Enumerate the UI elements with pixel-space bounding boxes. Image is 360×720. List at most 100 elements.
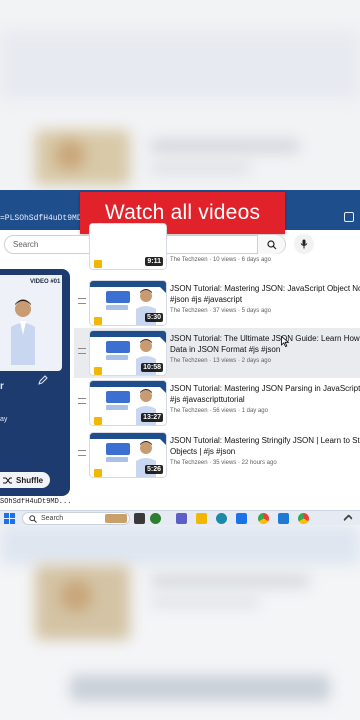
video-row-2[interactable]: 5:30 JSON Tutorial: Mastering JSON: Java…	[74, 278, 360, 328]
video-row-3[interactable]: 10:58 JSON Tutorial: The Ultimate JSON G…	[74, 328, 360, 378]
thumbnail-tag	[106, 341, 130, 353]
url-text[interactable]: =PLSOhSdfH4uDt9MD6C	[0, 214, 91, 223]
drag-handle-icon[interactable]	[78, 398, 86, 404]
playlist-title-line: r	[0, 381, 4, 392]
video-meta: The Techzeen · 56 views · 1 day ago	[170, 408, 268, 414]
view-count: 37 views	[212, 308, 237, 314]
video-duration: 10:58	[141, 363, 163, 372]
video-duration: 5:26	[144, 465, 163, 474]
video-duration: 9:11	[145, 257, 163, 266]
task-view-icon[interactable]	[134, 513, 145, 524]
video-title-line-1[interactable]: JSON Tutorial: Mastering Stringify JSON …	[170, 435, 360, 446]
search-placeholder: Search	[13, 240, 39, 249]
video-thumbnail[interactable]: 5:30	[89, 280, 167, 326]
thumbnail-subtag	[106, 457, 128, 462]
widgets-icon[interactable]	[150, 513, 161, 524]
shuffle-label: Shuffle	[16, 475, 44, 485]
playlist-thumbnail[interactable]: VIDEO #01	[0, 275, 62, 371]
playlist-subtitle-line: ay	[0, 416, 8, 423]
view-count: 10 views	[212, 257, 237, 263]
video-row-4[interactable]: 13:27 JSON Tutorial: Mastering JSON Pars…	[74, 378, 360, 428]
video-title-line-2[interactable]: #json #js #javascript	[170, 294, 360, 305]
upload-age: 5 days ago	[241, 308, 271, 314]
video-title-line-1[interactable]: JSON Tutorial: The Ultimate JSON Guide: …	[170, 333, 360, 344]
store-icon[interactable]	[236, 513, 247, 524]
blurred-background-top	[0, 0, 360, 190]
video-title-line-1[interactable]: JSON Tutorial: Mastering JSON Parsing in…	[170, 383, 360, 394]
status-url: SOhSdfH4uDt9MD...	[0, 498, 70, 506]
tray-chevron-icon[interactable]	[343, 514, 353, 524]
video-row-5[interactable]: 5:26 JSON Tutorial: Mastering Stringify …	[74, 430, 360, 480]
channel-name[interactable]: The Techzeen	[170, 257, 208, 263]
file-explorer-icon[interactable]	[196, 513, 207, 524]
video-meta: The Techzeen · 10 views · 6 days ago	[170, 257, 271, 263]
drag-handle-icon[interactable]	[78, 348, 86, 354]
channel-logo	[94, 469, 102, 477]
channel-logo	[94, 317, 102, 325]
windows-start-icon[interactable]	[4, 513, 15, 524]
view-count: 56 views	[212, 408, 237, 414]
thumbnail-tag	[106, 443, 130, 455]
taskbar-search-label: Search	[41, 515, 64, 522]
thumbnail-subtag	[106, 305, 128, 310]
channel-logo	[94, 260, 102, 268]
video-thumbnail[interactable]: 13:27	[89, 380, 167, 426]
chrome-profile-icon[interactable]	[298, 513, 309, 524]
screenshot-strip: =PLSOhSdfH4uDt9MD6C Watch all videos Sea…	[0, 190, 360, 525]
upload-age: 6 days ago	[241, 257, 271, 263]
video-title-line-2[interactable]: Data in JSON Format #js #json	[170, 344, 360, 355]
video-title-line-2[interactable]: Objects | #js #json	[170, 446, 360, 457]
presenter-image	[11, 299, 35, 365]
thumbnail-tag	[106, 391, 130, 403]
search-icon	[29, 515, 37, 523]
video-title[interactable]: JSON Tutorial: Mastering Stringify JSON …	[170, 435, 360, 457]
channel-name[interactable]: The Techzeen	[170, 460, 208, 466]
playlist-panel: VIDEO #01 r ay Shuffle	[0, 269, 70, 496]
blurred-background-bottom	[0, 525, 360, 720]
thumbnail-tag	[106, 291, 130, 303]
video-duration: 13:27	[141, 413, 163, 422]
video-title[interactable]: JSON Tutorial: Mastering JSON Parsing in…	[170, 383, 360, 405]
teams-icon[interactable]	[176, 513, 187, 524]
thumbnail-subtag	[106, 405, 128, 410]
video-meta: The Techzeen · 37 views · 5 days ago	[170, 308, 271, 314]
view-count: 13 views	[212, 358, 237, 364]
chrome-icon[interactable]	[258, 513, 269, 524]
channel-name[interactable]: The Techzeen	[170, 408, 208, 414]
video-label: VIDEO #01	[30, 279, 61, 285]
mouse-cursor-icon	[281, 336, 289, 347]
thumbnail-subtag	[106, 355, 128, 360]
shuffle-button[interactable]: Shuffle	[0, 472, 50, 488]
playlist-title-fragment: r ay	[0, 381, 60, 423]
video-thumbnail[interactable]: 9:11	[89, 223, 167, 270]
video-thumbnail[interactable]: 10:58	[89, 330, 167, 376]
shuffle-icon	[3, 477, 12, 483]
windows-taskbar: Search	[0, 510, 360, 525]
edge-browser-icon[interactable]	[216, 513, 227, 524]
upload-age: 1 day ago	[241, 408, 268, 414]
view-count: 35 views	[212, 460, 237, 466]
drag-handle-icon[interactable]	[78, 298, 86, 304]
video-title-line-1[interactable]: JSON Tutorial: Mastering JSON: JavaScrip…	[170, 283, 360, 294]
video-row-1[interactable]: 9:11 The Techzeen · 10 views · 6 days ag…	[74, 223, 360, 273]
upload-age: 2 days ago	[241, 358, 271, 364]
video-title[interactable]: JSON Tutorial: The Ultimate JSON Guide: …	[170, 333, 360, 355]
vscode-icon[interactable]	[278, 513, 289, 524]
video-title-line-2[interactable]: #js #javascripttutorial	[170, 394, 360, 405]
channel-name[interactable]: The Techzeen	[170, 358, 208, 364]
video-meta: The Techzeen · 13 views · 2 days ago	[170, 358, 271, 364]
channel-logo	[94, 367, 102, 375]
edit-icon[interactable]	[38, 375, 48, 385]
video-thumbnail[interactable]: 5:26	[89, 432, 167, 478]
drag-handle-icon[interactable]	[78, 450, 86, 456]
search-highlight-image	[105, 514, 127, 523]
video-meta: The Techzeen · 35 views · 22 hours ago	[170, 460, 277, 466]
screen-root: =PLSOhSdfH4uDt9MD6C Watch all videos Sea…	[0, 0, 360, 720]
window-icon[interactable]	[344, 212, 354, 222]
taskbar-search[interactable]: Search	[22, 512, 130, 525]
video-duration: 5:30	[144, 313, 163, 322]
video-title[interactable]: JSON Tutorial: Mastering JSON: JavaScrip…	[170, 283, 360, 305]
channel-name[interactable]: The Techzeen	[170, 308, 208, 314]
upload-age: 22 hours ago	[241, 460, 277, 466]
channel-logo	[94, 417, 102, 425]
